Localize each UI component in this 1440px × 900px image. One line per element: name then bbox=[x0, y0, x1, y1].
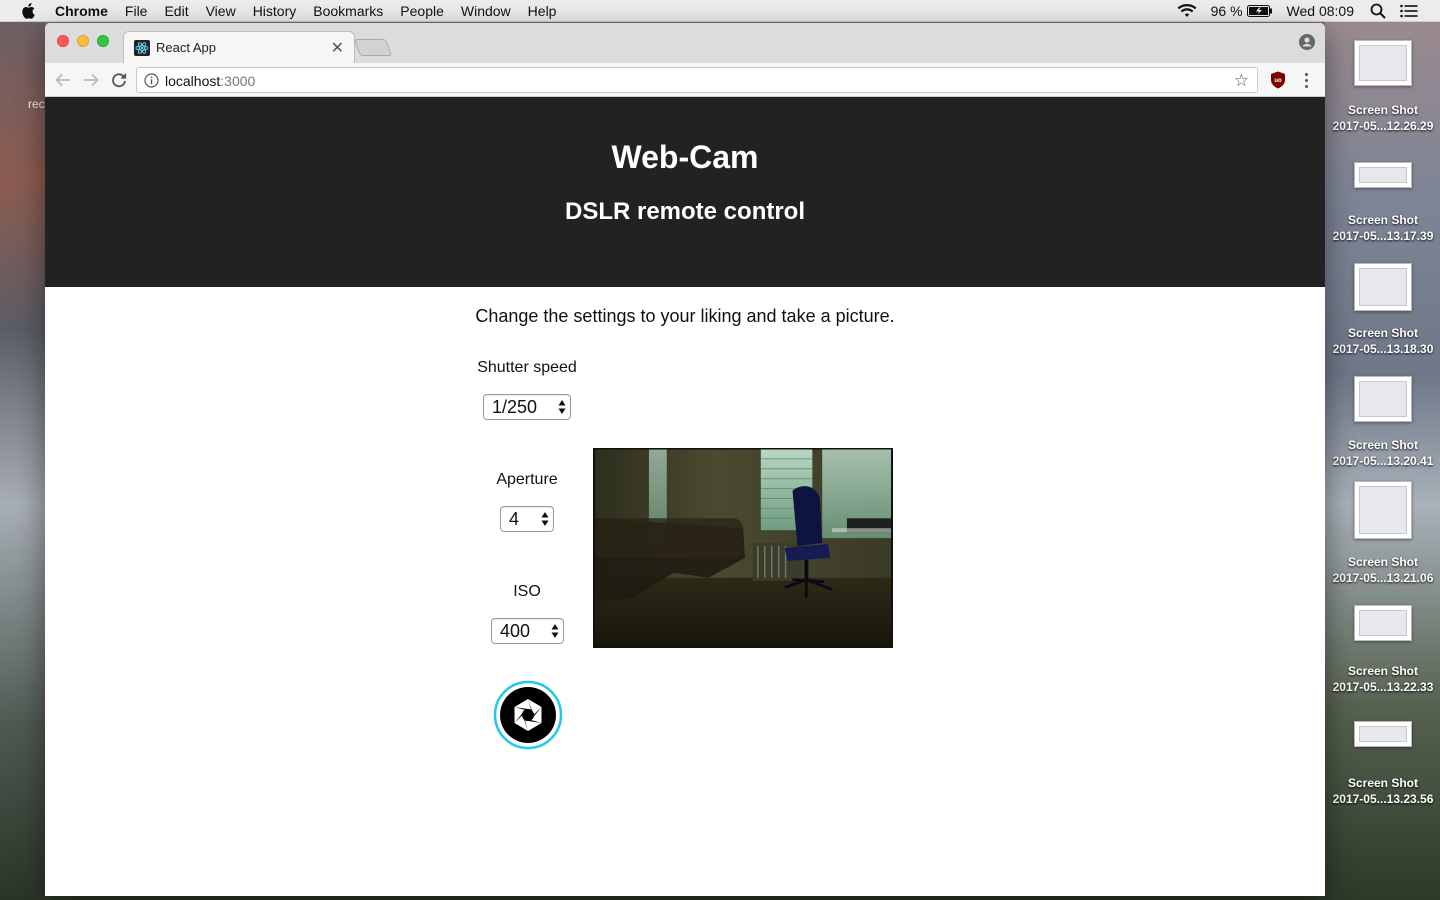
forward-arrow-icon bbox=[84, 73, 99, 87]
menu-window[interactable]: Window bbox=[461, 3, 511, 19]
web-page: Web-Cam DSLR remote control Change the s… bbox=[45, 97, 1325, 896]
file-subtitle: 2017-05...13.20.41 bbox=[1332, 454, 1434, 468]
file-title: Screen Shot bbox=[1347, 555, 1419, 569]
browser-toolbar: localhost:3000 ☆ uo bbox=[45, 63, 1325, 97]
tab-bar: React App ✕ bbox=[45, 23, 1325, 63]
info-icon[interactable] bbox=[144, 73, 159, 88]
file-thumbnail bbox=[1354, 376, 1412, 422]
file-subtitle: 2017-05...13.23.56 bbox=[1332, 792, 1434, 806]
notification-center-icon[interactable] bbox=[1400, 4, 1418, 18]
tab-react-app[interactable]: React App ✕ bbox=[123, 31, 355, 63]
react-favicon-icon bbox=[134, 40, 150, 56]
new-tab-button[interactable] bbox=[353, 39, 393, 56]
file-title: Screen Shot bbox=[1347, 103, 1419, 117]
clock[interactable]: Wed 08:09 bbox=[1287, 3, 1354, 19]
close-tab-icon[interactable]: ✕ bbox=[331, 38, 344, 58]
file-title: Screen Shot bbox=[1347, 213, 1419, 227]
desktop-file-icon[interactable]: Screen Shot 2017-05...13.22.33 bbox=[1328, 605, 1438, 695]
apple-icon[interactable] bbox=[21, 2, 35, 19]
page-subtitle: DSLR remote control bbox=[564, 198, 806, 225]
file-title: Screen Shot bbox=[1347, 438, 1419, 452]
window-minimize-button[interactable] bbox=[77, 35, 89, 47]
url-port: :3000 bbox=[220, 73, 256, 89]
aperture-label: Aperture bbox=[496, 471, 558, 488]
desktop-icon-label: rec bbox=[28, 97, 45, 111]
window-close-button[interactable] bbox=[57, 35, 69, 47]
back-button[interactable] bbox=[53, 70, 73, 90]
desktop-file-icon[interactable]: Screen Shot 2017-05...13.18.30 bbox=[1328, 263, 1438, 357]
menu-app-chrome[interactable]: Chrome bbox=[55, 3, 108, 19]
select-arrows-icon bbox=[551, 624, 559, 638]
iso-value: 400 bbox=[500, 620, 531, 641]
file-title: Screen Shot bbox=[1347, 664, 1419, 678]
menu-bookmarks[interactable]: Bookmarks bbox=[313, 3, 383, 19]
desktop-file-icon[interactable]: Screen Shot 2017-05...12.26.29 bbox=[1328, 40, 1438, 134]
svg-text:uo: uo bbox=[1274, 78, 1282, 84]
profile-icon[interactable] bbox=[1299, 34, 1315, 50]
reload-icon bbox=[112, 73, 127, 88]
menu-history[interactable]: History bbox=[253, 3, 297, 19]
page-title: Web-Cam bbox=[611, 139, 759, 175]
iso-label: ISO bbox=[513, 583, 541, 600]
desktop-left-strip bbox=[0, 22, 45, 900]
battery-icon[interactable] bbox=[1246, 5, 1273, 17]
chrome-menu-icon[interactable] bbox=[1299, 70, 1313, 90]
forward-button[interactable] bbox=[81, 70, 101, 90]
desktop-file-icon[interactable]: Screen Shot 2017-05...13.23.56 bbox=[1328, 721, 1438, 807]
window-maximize-button[interactable] bbox=[97, 35, 109, 47]
menu-file[interactable]: File bbox=[125, 3, 148, 19]
intro-text: Change the settings to your liking and t… bbox=[475, 306, 895, 326]
file-subtitle: 2017-05...13.17.39 bbox=[1332, 229, 1434, 243]
ublock-extension-icon[interactable]: uo bbox=[1270, 71, 1286, 89]
tab-title: React App bbox=[156, 40, 216, 55]
shutter-speed-value: 1/250 bbox=[492, 396, 538, 417]
url-text[interactable]: localhost:3000 bbox=[165, 73, 255, 89]
reload-button[interactable] bbox=[109, 70, 129, 90]
file-subtitle: 2017-05...13.18.30 bbox=[1332, 342, 1434, 356]
spotlight-search-icon[interactable] bbox=[1370, 3, 1386, 19]
aperture-select[interactable]: 4 bbox=[500, 506, 554, 532]
camera-preview bbox=[593, 448, 893, 648]
iso-select[interactable]: 400 bbox=[491, 618, 564, 644]
file-thumbnail bbox=[1354, 263, 1412, 311]
file-thumbnail bbox=[1354, 605, 1412, 641]
file-thumbnail bbox=[1354, 721, 1412, 747]
menu-people[interactable]: People bbox=[400, 3, 444, 19]
select-arrows-icon bbox=[558, 400, 566, 414]
file-title: Screen Shot bbox=[1347, 776, 1419, 790]
file-thumbnail bbox=[1354, 40, 1412, 86]
file-thumbnail bbox=[1354, 481, 1412, 539]
battery-percent[interactable]: 96 % bbox=[1211, 3, 1243, 19]
file-subtitle: 2017-05...13.21.06 bbox=[1332, 571, 1434, 585]
wifi-icon[interactable] bbox=[1177, 4, 1197, 18]
menu-bar: Chrome File Edit View History Bookmarks … bbox=[0, 0, 1440, 22]
file-subtitle: 2017-05...12.26.29 bbox=[1332, 119, 1434, 133]
file-subtitle: 2017-05...13.22.33 bbox=[1332, 680, 1434, 694]
bookmark-star-icon[interactable]: ☆ bbox=[1234, 71, 1249, 91]
take-picture-button[interactable] bbox=[493, 680, 563, 750]
menu-view[interactable]: View bbox=[206, 3, 236, 19]
menu-edit[interactable]: Edit bbox=[164, 3, 188, 19]
select-arrows-icon bbox=[541, 512, 549, 526]
page-header: Web-Cam DSLR remote control bbox=[45, 97, 1325, 287]
desktop-file-icon[interactable]: Screen Shot 2017-05...13.21.06 bbox=[1328, 481, 1438, 586]
file-title: Screen Shot bbox=[1347, 326, 1419, 340]
browser-window: React App ✕ localhost:3000 ☆ uo Web-Cam … bbox=[45, 23, 1325, 896]
shutter-speed-label: Shutter speed bbox=[477, 359, 577, 376]
back-arrow-icon bbox=[55, 73, 70, 87]
desktop-file-icon[interactable]: Screen Shot 2017-05...13.17.39 bbox=[1328, 162, 1438, 244]
menu-help[interactable]: Help bbox=[528, 3, 557, 19]
url-host: localhost bbox=[165, 73, 221, 89]
shutter-speed-select[interactable]: 1/250 bbox=[483, 394, 571, 420]
desktop-file-icon[interactable]: Screen Shot 2017-05...13.20.41 bbox=[1328, 376, 1438, 469]
address-bar[interactable]: localhost:3000 ☆ bbox=[136, 67, 1258, 93]
file-thumbnail bbox=[1354, 162, 1412, 188]
aperture-value: 4 bbox=[509, 508, 520, 529]
